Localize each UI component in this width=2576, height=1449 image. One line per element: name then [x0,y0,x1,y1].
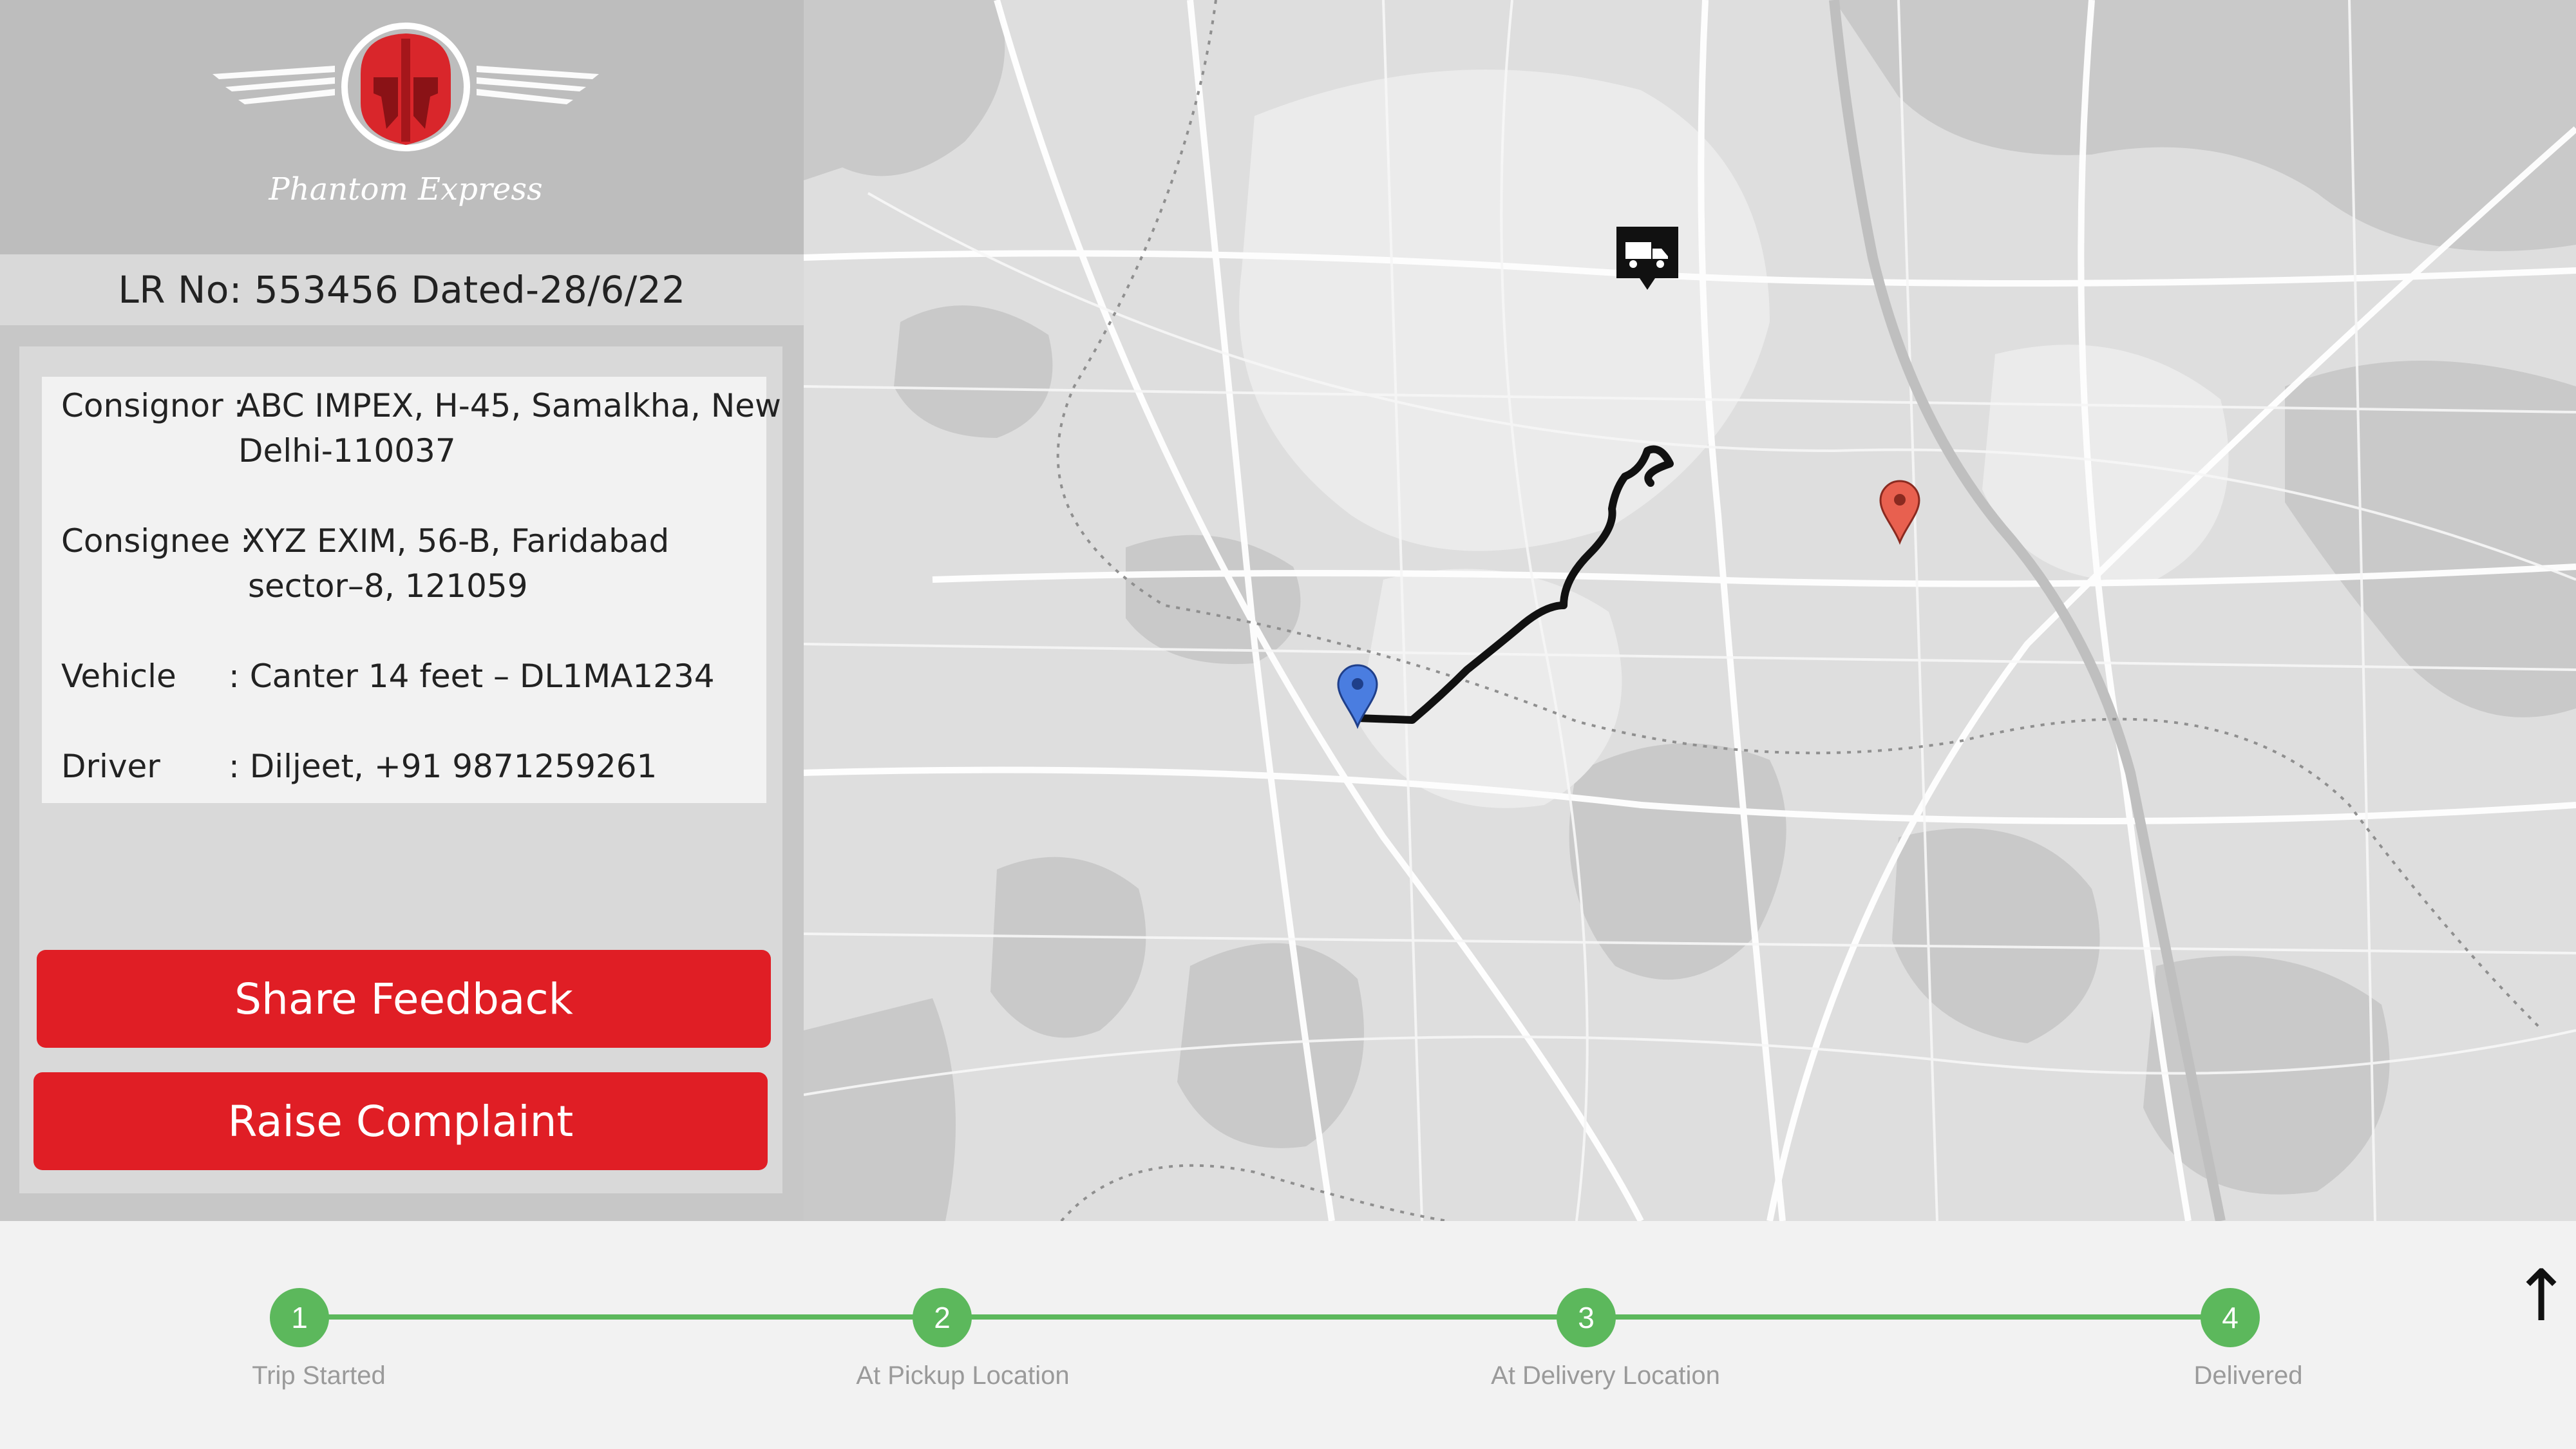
step-2-dot: 2 [913,1288,972,1347]
step-1-dot: 1 [270,1288,329,1347]
raise-complaint-button[interactable]: Raise Complaint [33,1072,768,1170]
brand-name: Phantom Express [268,171,542,207]
consignor-line2: Delhi-110037 [238,432,456,469]
consignor-label: Consignor : [61,387,245,424]
driver-value: : Diljeet, +91 9871259261 [229,748,658,785]
phantom-express-logo: Phantom Express [213,23,599,207]
consignor-line1: ABC IMPEX, H-45, Samalkha, New [238,387,781,424]
map-canvas[interactable] [804,0,2576,1221]
consignee-label: Consignee : [61,522,251,560]
step-4-dot: 4 [2201,1288,2260,1347]
lr-bar: LR No: 553456 Dated-28/6/22 [0,254,804,325]
logo-area: Phantom Express [0,0,804,254]
step-3-label: At Delivery Location [1491,1361,1720,1390]
shipment-info-card: Consignor : ABC IMPEX, H-45, Samalkha, N… [42,377,781,803]
vehicle-label: Vehicle [61,658,176,695]
share-feedback-button[interactable]: Share Feedback [37,950,771,1048]
step-4-label: Delivered [2193,1361,2303,1390]
step-2-label: At Pickup Location [856,1361,1070,1390]
route-map[interactable] [804,0,2576,1221]
consignee-line1: XYZ EXIM, 56-B, Faridabad [243,522,670,560]
vehicle-value: : Canter 14 feet – DL1MA1234 [229,658,715,695]
progress-line [299,1314,2230,1320]
lr-number: LR No: 553456 Dated-28/6/22 [118,268,686,312]
step-1-label: Trip Started [252,1361,386,1390]
details-panel: Phantom Express LR No: 553456 Dated-28/6… [0,0,804,1221]
trip-progress-tracker: 1 2 3 4 Trip Started At Pickup Location … [0,1221,2576,1449]
driver-label: Driver [61,748,160,785]
consignee-line2: sector–8, 121059 [248,567,528,605]
up-arrow-icon[interactable]: ↑ [2512,1255,2571,1337]
step-3-dot: 3 [1557,1288,1616,1347]
